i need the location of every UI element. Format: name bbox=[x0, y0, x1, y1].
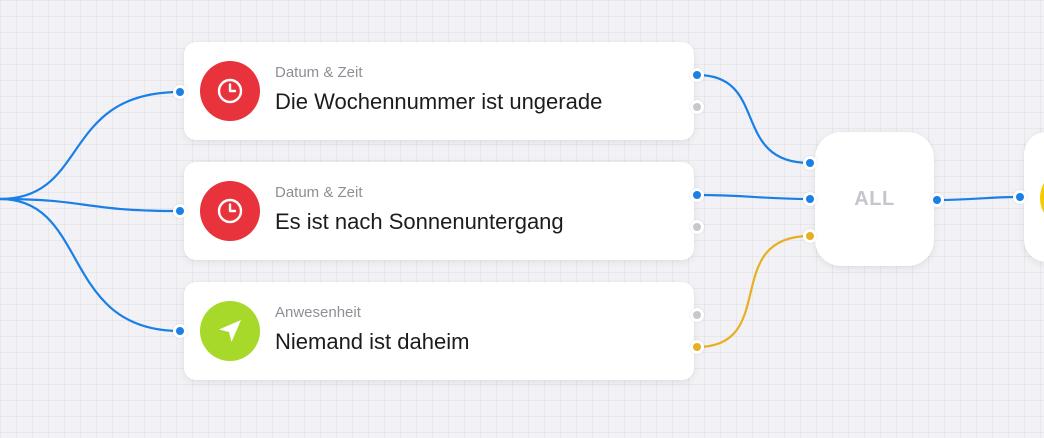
wire-input-3 bbox=[0, 197, 182, 333]
wire-input-1 bbox=[0, 90, 182, 201]
output-port-false[interactable] bbox=[690, 340, 704, 354]
condition-icon-badge bbox=[200, 61, 260, 121]
input-port[interactable] bbox=[173, 324, 187, 338]
condition-card-week-number[interactable]: Datum & Zeit Die Wochennummer ist ungera… bbox=[184, 42, 694, 140]
logic-node-label: ALL bbox=[854, 187, 895, 210]
logic-node-all[interactable]: ALL bbox=[815, 132, 934, 266]
output-port-false[interactable] bbox=[690, 100, 704, 114]
condition-title: Es ist nach Sonnenuntergang bbox=[275, 209, 564, 234]
output-port-true[interactable] bbox=[690, 68, 704, 82]
logic-input-port[interactable] bbox=[803, 156, 817, 170]
next-node-icon bbox=[1040, 168, 1044, 228]
condition-card-nobody-home[interactable]: Anwesenheit Niemand ist daheim bbox=[184, 282, 694, 380]
condition-card-after-sunset[interactable]: Datum & Zeit Es ist nach Sonnenuntergang bbox=[184, 162, 694, 260]
logic-output-port[interactable] bbox=[930, 193, 944, 207]
input-port[interactable] bbox=[173, 204, 187, 218]
output-port-true[interactable] bbox=[690, 308, 704, 322]
output-port-true[interactable] bbox=[690, 188, 704, 202]
flow-canvas[interactable]: Datum & Zeit Die Wochennummer ist ungera… bbox=[0, 0, 1044, 438]
wire-cond3-to-all bbox=[695, 234, 812, 349]
wire-cond1-to-all bbox=[695, 73, 812, 165]
condition-title: Niemand ist daheim bbox=[275, 329, 470, 354]
condition-category: Datum & Zeit bbox=[275, 64, 363, 81]
wire-all-to-next bbox=[935, 195, 1022, 202]
logic-input-port[interactable] bbox=[803, 229, 817, 243]
clock-icon bbox=[217, 198, 243, 224]
condition-icon-badge bbox=[200, 301, 260, 361]
clock-icon bbox=[217, 78, 243, 104]
logic-input-port[interactable] bbox=[803, 192, 817, 206]
navigation-arrow-icon bbox=[219, 320, 241, 342]
next-node-input-port[interactable] bbox=[1013, 190, 1027, 204]
input-port[interactable] bbox=[173, 85, 187, 99]
condition-category: Anwesenheit bbox=[275, 304, 361, 321]
condition-title: Die Wochennummer ist ungerade bbox=[275, 89, 603, 114]
next-node-partial[interactable] bbox=[1024, 132, 1044, 262]
condition-category: Datum & Zeit bbox=[275, 184, 363, 201]
wire-cond2-to-all bbox=[695, 193, 812, 201]
output-port-false[interactable] bbox=[690, 220, 704, 234]
condition-icon-badge bbox=[200, 181, 260, 241]
